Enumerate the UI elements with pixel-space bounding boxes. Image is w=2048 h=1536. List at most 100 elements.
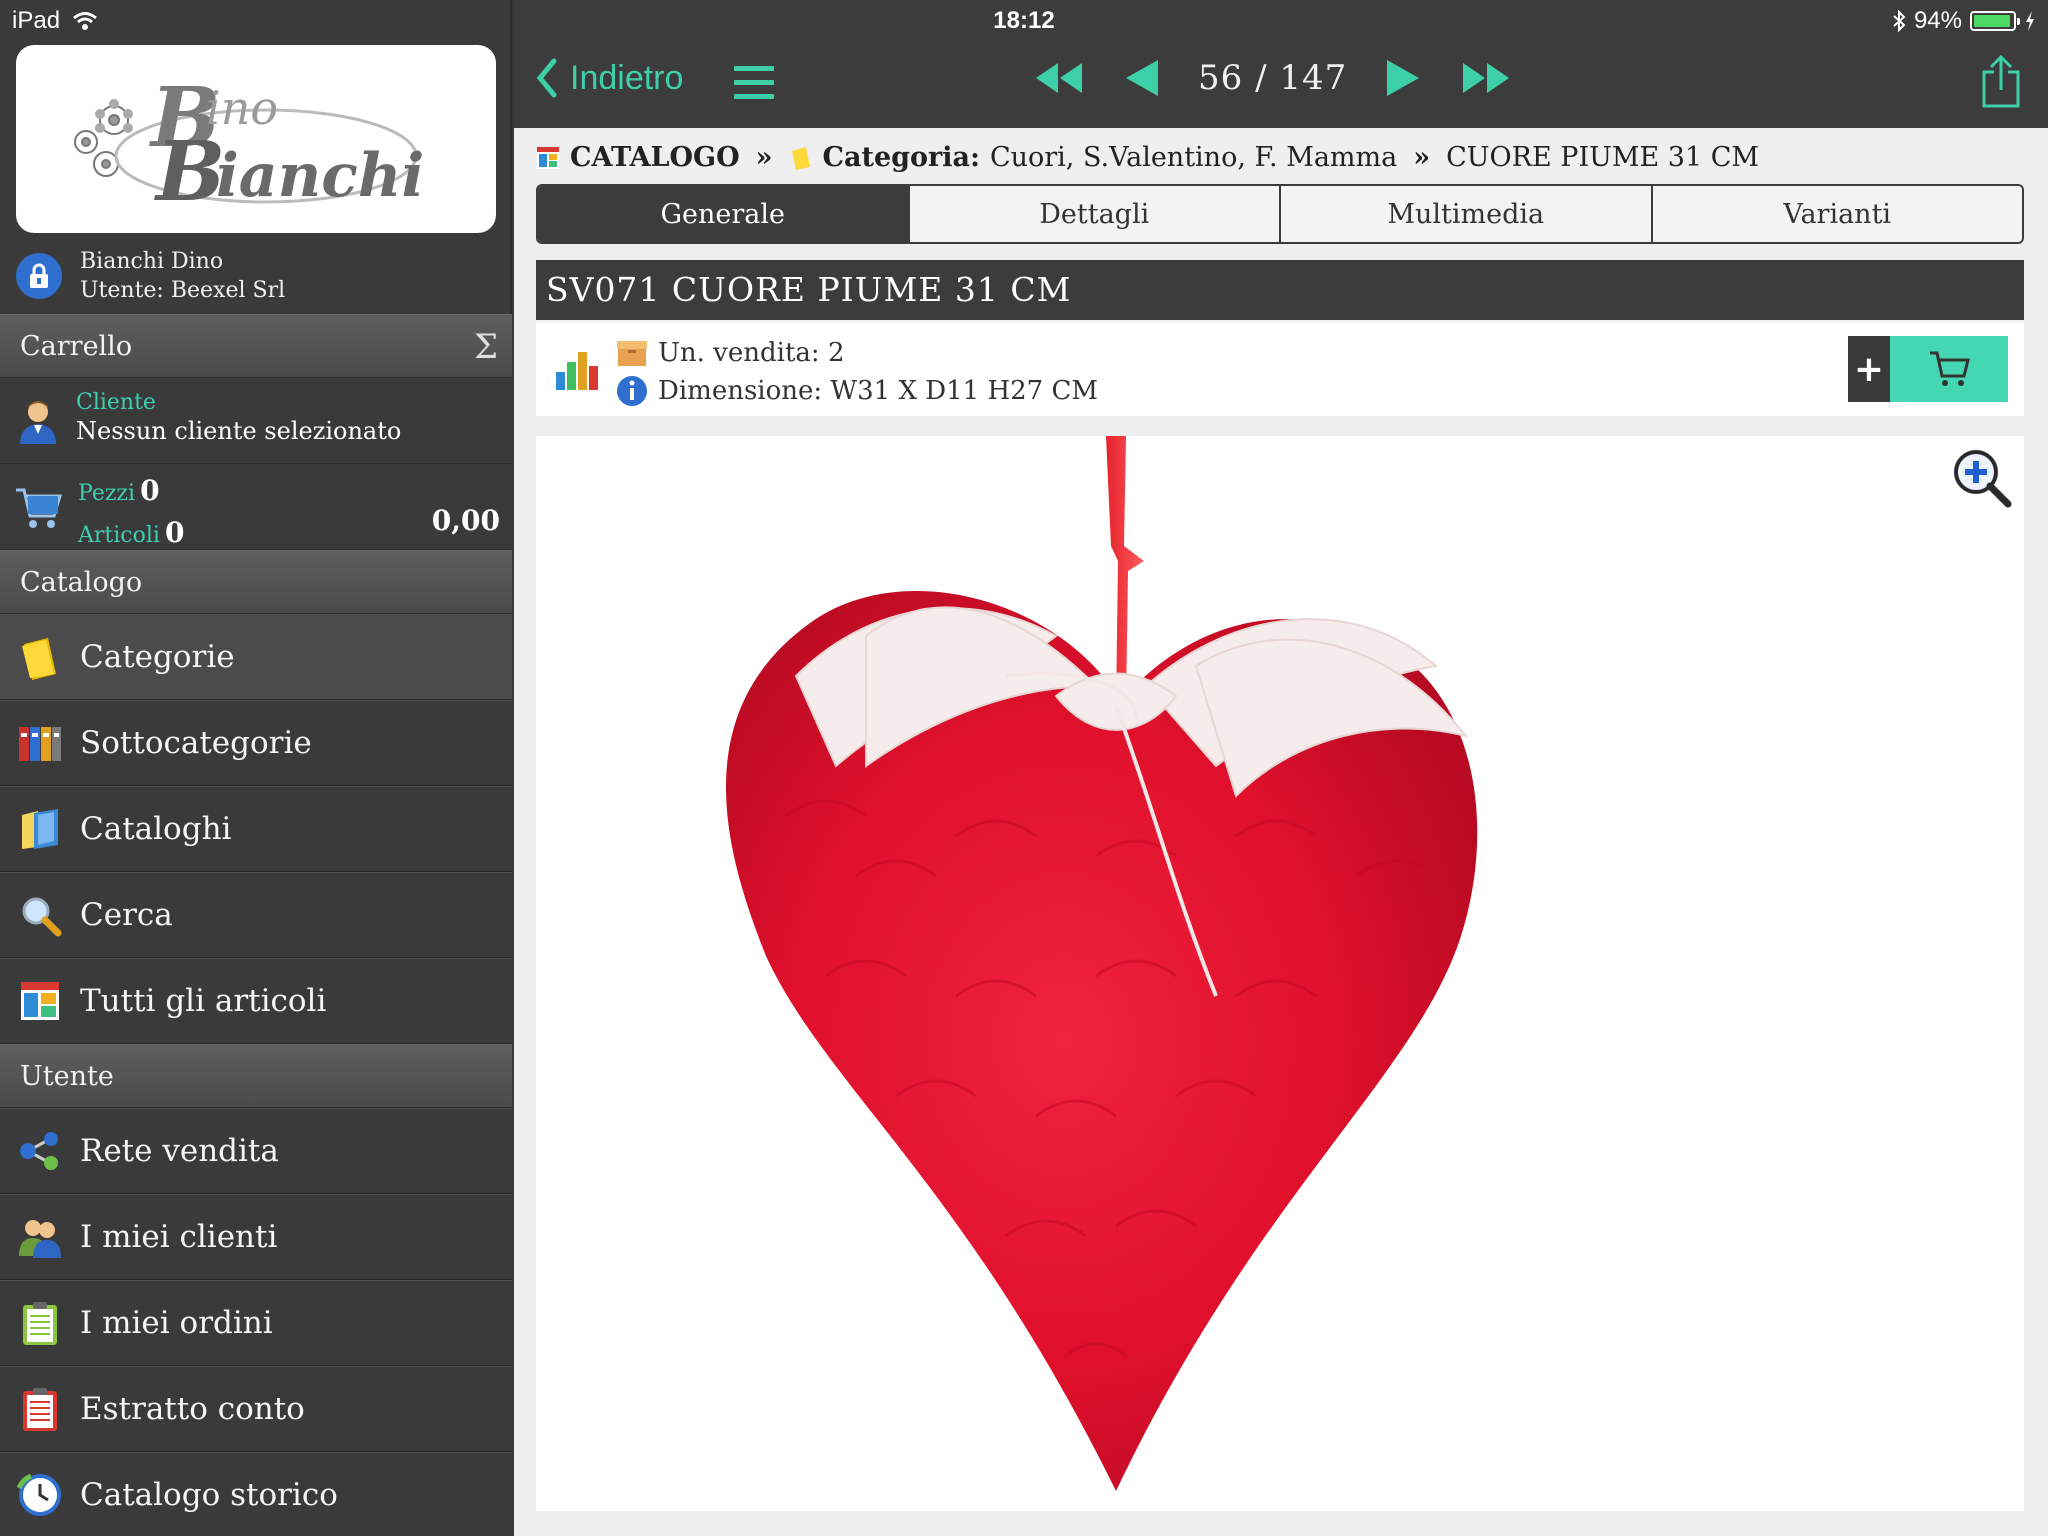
breadcrumb-root[interactable]: CATALOGO (570, 142, 740, 173)
binders-icon (16, 719, 64, 767)
sidebar-item-sottocategorie[interactable]: Sottocategorie (0, 700, 512, 786)
sidebar: B ino B ianchi Bianchi Dino Utente: Beex… (0, 0, 512, 1536)
orders-icon (16, 1299, 64, 1347)
feather-heart-image (726, 436, 1478, 1491)
user-header-label: Utente (20, 1061, 114, 1092)
status-bar: iPad 18:12 94% (0, 0, 2048, 40)
user-header: Utente (0, 1044, 512, 1108)
tab-varianti[interactable]: Varianti (1650, 186, 2022, 242)
breadcrumb: CATALOGO » Categoria: Cuori, S.Valentino… (536, 142, 1759, 173)
client-value: Nessun cliente selezionato (76, 417, 402, 445)
cart-header-label: Carrello (20, 331, 133, 362)
share-button[interactable] (1980, 54, 2022, 112)
tab-multimedia[interactable]: Multimedia (1279, 186, 1651, 242)
cart-icon (14, 486, 63, 534)
network-icon (16, 1127, 64, 1175)
client-icon (16, 398, 60, 448)
next-page-button[interactable] (1385, 58, 1421, 98)
clock: 18:12 (993, 7, 1055, 34)
sidebar-item-label: Tutti gli articoli (80, 983, 327, 1019)
pieces-value: 0 (140, 474, 160, 507)
tab-generale[interactable]: Generale (538, 186, 908, 242)
folder-icon (792, 146, 811, 170)
unit-sale: Un. vendita: 2 (658, 338, 845, 368)
main-panel: Indietro 56 / 147 CATALOGO » Categoria: … (514, 0, 2048, 1536)
svg-text:B: B (154, 124, 225, 214)
sigma-icon[interactable]: Σ (474, 315, 498, 379)
sidebar-item-label: Catalogo storico (80, 1477, 338, 1513)
catalog-header: Catalogo (0, 550, 512, 614)
page-counter: 56 / 147 (1198, 58, 1348, 98)
back-label: Indietro (570, 58, 684, 97)
tab-dettagli[interactable]: Dettagli (907, 186, 1279, 242)
breadcrumb-category[interactable]: Cuori, S.Valentino, F. Mamma (990, 142, 1397, 173)
zoom-in-icon[interactable] (1950, 446, 2014, 514)
rewind-icon (1036, 63, 1082, 93)
fast-forward-icon (1463, 63, 1510, 93)
share-icon (1982, 54, 2020, 108)
grid-icon (16, 977, 64, 1025)
cart-header: Carrello Σ (0, 314, 512, 378)
sidebar-item-label: Cerca (80, 897, 173, 933)
last-page-button[interactable] (1461, 61, 1511, 95)
play-left-icon (1126, 60, 1158, 96)
sidebar-item-i-miei-ordini[interactable]: I miei ordini (0, 1280, 512, 1366)
cart-summary[interactable]: Pezzi 0 Articoli 0 0,00 (0, 464, 512, 550)
box-icon (617, 341, 647, 366)
breadcrumb-separator: » (1413, 142, 1431, 173)
sidebar-item-cerca[interactable]: Cerca (0, 872, 512, 958)
info-icon (617, 376, 647, 406)
sidebar-item-categorie[interactable]: Categorie (0, 614, 512, 700)
plus-icon: + (1848, 336, 1890, 402)
sidebar-item-estratto-conto[interactable]: Estratto conto (0, 1366, 512, 1452)
pieces-label: Pezzi (78, 481, 136, 506)
history-icon (16, 1471, 64, 1519)
battery-icon (1970, 11, 2020, 31)
prev-page-button[interactable] (1124, 58, 1160, 98)
chevron-left-icon (536, 58, 557, 98)
lock-icon[interactable] (16, 253, 62, 299)
menu-icon[interactable] (734, 66, 774, 100)
breadcrumb-category-label: Categoria: (822, 142, 980, 173)
stats-icon[interactable] (554, 346, 600, 396)
catalog-header-label: Catalogo (20, 567, 143, 598)
pager: 56 / 147 (1034, 58, 1511, 98)
product-title: SV071 CUORE PIUME 31 CM (536, 260, 2024, 320)
sidebar-item-i-miei-clienti[interactable]: I miei clienti (0, 1194, 512, 1280)
svg-text:ianchi: ianchi (216, 141, 424, 211)
sidebar-item-label: I miei ordini (80, 1305, 273, 1341)
sidebar-item-cataloghi[interactable]: Cataloghi (0, 786, 512, 872)
add-to-cart-button[interactable]: + (1848, 336, 2008, 402)
brand-logo: B ino B ianchi (16, 45, 496, 233)
product-info: Un. vendita: 2 Dimensione: W31 X D11 H27… (536, 322, 2024, 416)
breadcrumb-separator: » (755, 142, 773, 173)
tab-bar: Generale Dettagli Multimedia Varianti (536, 184, 2024, 244)
sidebar-item-label: Categorie (80, 639, 235, 675)
sidebar-item-rete-vendita[interactable]: Rete vendita (0, 1108, 512, 1194)
dimension: Dimensione: W31 X D11 H27 CM (658, 376, 1098, 406)
catalog-icon (537, 146, 559, 169)
user-name: Bianchi Dino (80, 249, 224, 274)
product-image[interactable] (536, 436, 2024, 1511)
articles-label: Articoli (78, 523, 160, 548)
clients-icon (16, 1213, 64, 1261)
cart-client[interactable]: Cliente Nessun cliente selezionato (0, 378, 512, 464)
first-page-button[interactable] (1034, 61, 1084, 95)
folder-icon (16, 633, 64, 681)
sidebar-item-label: Sottocategorie (80, 725, 312, 761)
back-button[interactable]: Indietro (536, 58, 683, 98)
user-account: Utente: Beexel Srl (80, 278, 286, 303)
product-content: CATALOGO » Categoria: Cuori, S.Valentino… (514, 128, 2048, 1536)
articles-value: 0 (165, 516, 185, 549)
play-right-icon (1387, 60, 1420, 96)
book-icon (16, 805, 64, 853)
battery-percent: 94% (1913, 7, 1962, 34)
sidebar-item-tutti-gli-articoli[interactable]: Tutti gli articoli (0, 958, 512, 1044)
sidebar-item-catalogo-storico[interactable]: Catalogo storico (0, 1452, 512, 1536)
sidebar-item-label: I miei clienti (80, 1219, 278, 1255)
bluetooth-icon (1893, 10, 1906, 32)
cart-total: 0,00 (431, 504, 500, 537)
charging-icon (2026, 11, 2034, 31)
client-label: Cliente (76, 390, 156, 415)
sidebar-item-label: Estratto conto (80, 1391, 305, 1427)
